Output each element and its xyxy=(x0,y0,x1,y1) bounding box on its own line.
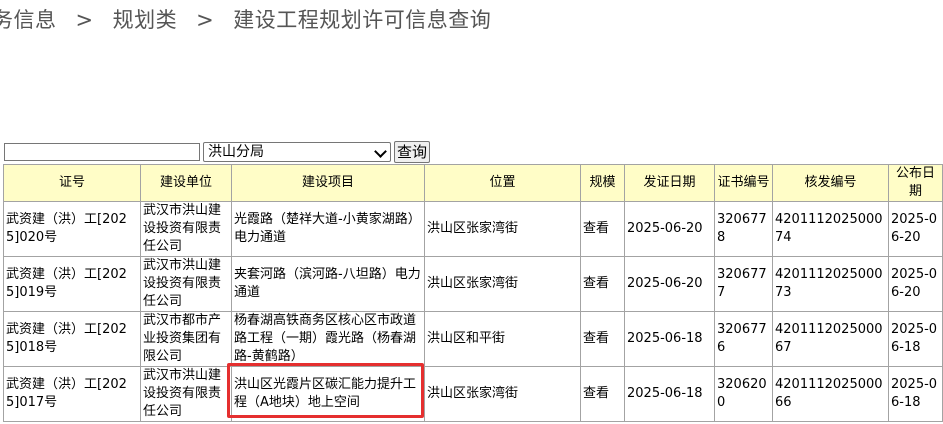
cell-permit-no: 武资建（洪）工[2025]020号 xyxy=(3,201,141,257)
view-scale-link[interactable]: 查看 xyxy=(580,311,625,367)
cell-issue-date: 2025-06-20 xyxy=(624,201,715,257)
table-row: 武资建（洪）工[2025]018号 武汉市都市产业投资集团有限公司 杨春湖高铁商… xyxy=(3,311,943,367)
cell-unit: 武汉市洪山建设投资有限责任公司 xyxy=(140,366,232,422)
cell-location: 洪山区和平街 xyxy=(424,311,581,367)
cell-unit: 武汉市洪山建设投资有限责任公司 xyxy=(140,256,232,312)
cell-approval-no: 420111202500073 xyxy=(772,256,889,312)
cell-unit: 武汉市洪山建设投资有限责任公司 xyxy=(140,201,232,257)
header-project: 建设项目 xyxy=(231,164,425,202)
cell-cert-no: 3206200 xyxy=(714,366,773,422)
cell-unit: 武汉市都市产业投资集团有限公司 xyxy=(140,311,232,367)
cell-approval-no: 420111202500066 xyxy=(772,366,889,422)
table-row: 武资建（洪）工[2025]017号 武汉市洪山建设投资有限责任公司 洪山区光霞片… xyxy=(3,366,943,422)
cell-permit-no: 武资建（洪）工[2025]018号 xyxy=(3,311,141,367)
table-header-row: 证号 建设单位 建设项目 位置 规模 发证日期 证书编号 核发编号 公布日期 xyxy=(3,164,943,202)
cell-cert-no: 3206778 xyxy=(714,201,773,257)
cell-issue-date: 2025-06-18 xyxy=(624,311,715,367)
cell-issue-date: 2025-06-20 xyxy=(624,256,715,312)
cell-approval-no: 420111202500067 xyxy=(772,311,889,367)
cell-publish-date: 2025-06-20 xyxy=(888,256,943,312)
header-scale: 规模 xyxy=(580,164,625,202)
cell-location: 洪山区张家湾街 xyxy=(424,201,581,257)
cell-publish-date: 2025-06-20 xyxy=(888,201,943,257)
cell-location: 洪山区张家湾街 xyxy=(424,366,581,422)
breadcrumb-separator: > xyxy=(75,8,94,32)
breadcrumb-separator: > xyxy=(196,8,215,32)
header-publish-date: 公布日期 xyxy=(888,164,943,202)
header-permit-no: 证号 xyxy=(3,164,141,202)
view-scale-link[interactable]: 查看 xyxy=(580,366,625,422)
cell-cert-no: 3206777 xyxy=(714,256,773,312)
header-approval-no: 核发编号 xyxy=(772,164,889,202)
cell-permit-no: 武资建（洪）工[2025]017号 xyxy=(3,366,141,422)
search-input[interactable] xyxy=(4,143,200,161)
header-unit: 建设单位 xyxy=(140,164,232,202)
cell-approval-no: 420111202500074 xyxy=(772,201,889,257)
table-row: 武资建（洪）工[2025]020号 武汉市洪山建设投资有限责任公司 光霞路（楚祥… xyxy=(3,201,943,257)
branch-select[interactable]: 洪山分局 xyxy=(203,142,391,162)
branch-select-value: 洪山分局 xyxy=(208,144,264,160)
cell-project: 光霞路（楚祥大道-小黄家湖路）电力通道 xyxy=(231,201,425,257)
cell-location: 洪山区张家湾街 xyxy=(424,256,581,312)
cell-cert-no: 3206776 xyxy=(714,311,773,367)
cell-publish-date: 2025-06-18 xyxy=(888,366,943,422)
table-row: 武资建（洪）工[2025]019号 武汉市洪山建设投资有限责任公司 夹套河路（滨… xyxy=(3,256,943,312)
search-bar: 洪山分局 查询 xyxy=(4,141,431,163)
breadcrumb-item-current: 建设工程规划许可信息查询 xyxy=(233,8,492,32)
cell-publish-date: 2025-06-18 xyxy=(888,311,943,367)
cell-project: 夹套河路（滨河路-八坦路）电力通道 xyxy=(231,256,425,312)
header-location: 位置 xyxy=(424,164,581,202)
header-issue-date: 发证日期 xyxy=(624,164,715,202)
view-scale-link[interactable]: 查看 xyxy=(580,201,625,257)
cell-issue-date: 2025-06-18 xyxy=(624,366,715,422)
breadcrumb: 务信息 > 规划类 > 建设工程规划许可信息查询 xyxy=(0,4,491,34)
view-scale-link[interactable]: 查看 xyxy=(580,256,625,312)
query-button[interactable]: 查询 xyxy=(394,141,431,163)
chevron-down-icon xyxy=(374,145,387,158)
breadcrumb-item-planning[interactable]: 规划类 xyxy=(113,8,178,32)
header-cert-no: 证书编号 xyxy=(714,164,773,202)
cell-permit-no: 武资建（洪）工[2025]019号 xyxy=(3,256,141,312)
permit-table: 证号 建设单位 建设项目 位置 规模 发证日期 证书编号 核发编号 公布日期 武… xyxy=(3,164,943,422)
cell-project: 杨春湖高铁商务区核心区市政道路工程（一期）霞光路（杨春湖路-黄鹤路） xyxy=(231,311,425,367)
breadcrumb-item-info[interactable]: 务信息 xyxy=(0,8,57,32)
highlight-box xyxy=(227,363,424,418)
